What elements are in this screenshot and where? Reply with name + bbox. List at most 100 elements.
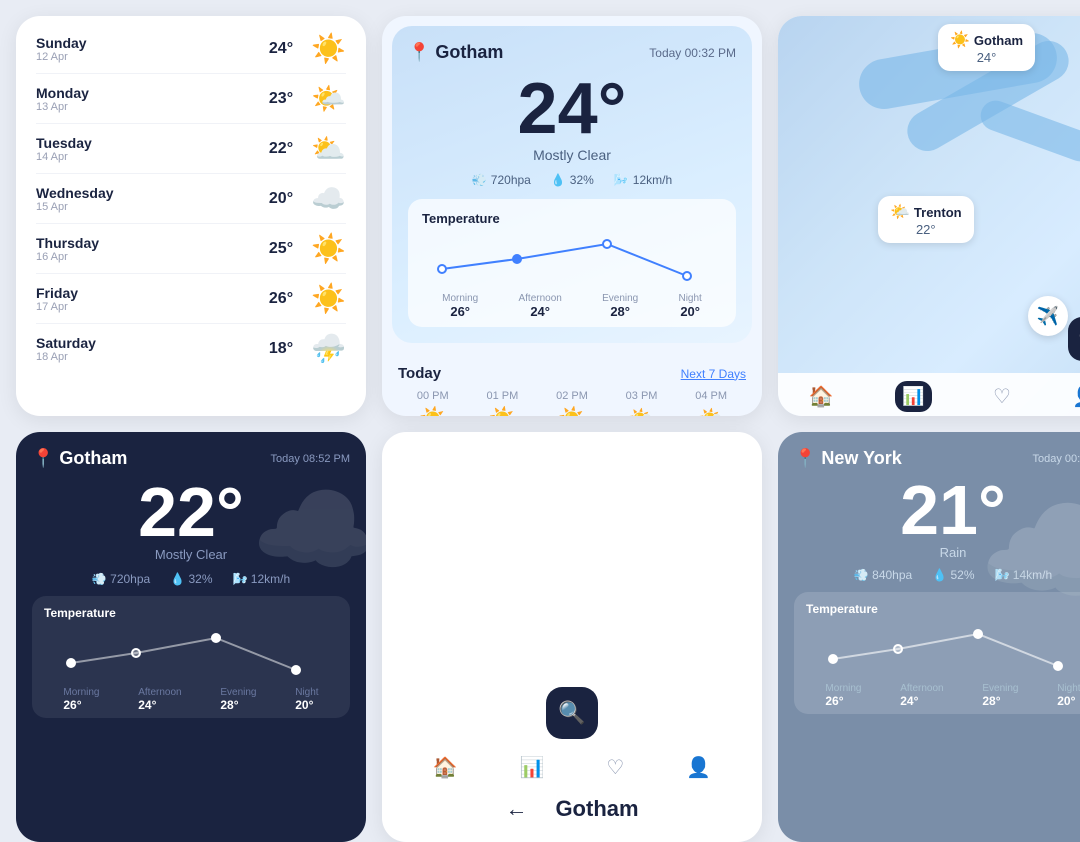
bottom-search-button[interactable]: 🔍 — [546, 687, 598, 739]
dark-humidity: 💧 32% — [170, 572, 212, 586]
gotham-bubble-icon: ☀️ — [950, 30, 970, 50]
today-hour-item: 02 PM ☀️ 27° — [556, 390, 588, 416]
forecast-day-info: Monday 13 Apr — [36, 85, 256, 113]
forecast-day-info: Tuesday 14 Apr — [36, 135, 256, 163]
map-nav-user[interactable]: 👤 — [1072, 384, 1080, 409]
map-gotham-bubble: ☀️ Gotham 24° — [938, 24, 1035, 71]
wind2-icon: 🌬️ — [614, 173, 629, 187]
forecast-row[interactable]: Sunday 12 Apr 24° ☀️ — [36, 24, 346, 74]
main-stats: 💨 720hpa 💧 32% 🌬️ 12km/h — [408, 173, 736, 187]
forecast-row[interactable]: Saturday 18 Apr 18° ⛈️ — [36, 324, 346, 373]
forecast-day-name: Tuesday — [36, 135, 256, 151]
next7days-link[interactable]: Next 7 Days — [681, 367, 746, 381]
forecast-row[interactable]: Monday 13 Apr 23° 🌤️ — [36, 74, 346, 124]
dark-chart-labels: Morning 26° Afternoon 24° Evening 28° Ni… — [44, 687, 338, 712]
forecast-list-card: Sunday 12 Apr 24° ☀️ Monday 13 Apr 23° 🌤… — [16, 16, 366, 416]
forecast-icon: 🌤️ — [306, 82, 346, 115]
humidity-stat: 💧 32% — [551, 173, 594, 187]
hour-time: 00 PM — [417, 390, 449, 402]
dark-weather-card: ☁️ 📍 Gotham Today 08:52 PM 22° Mostly Cl… — [16, 432, 366, 842]
forecast-date: 18 Apr — [36, 351, 256, 363]
forecast-day-info: Thursday 16 Apr — [36, 235, 256, 263]
forecast-date: 17 Apr — [36, 301, 256, 313]
main-chart-box: Temperature Morning 26° Afternoon 24° E — [408, 199, 736, 327]
bottom-nav-chart[interactable]: 📊 — [520, 755, 545, 780]
forecast-date: 14 Apr — [36, 151, 256, 163]
gray-datetime: Today 00:32 PM — [1033, 453, 1080, 465]
map-card: ☀️ Gotham 24° 🌤️ Trenton 22° ✈️ 🔍 🏠 📊 ♡ … — [778, 16, 1080, 416]
forecast-day-info: Friday 17 Apr — [36, 285, 256, 313]
forecast-temp: 26° — [256, 290, 306, 308]
forecast-row[interactable]: Friday 17 Apr 26° ☀️ — [36, 274, 346, 324]
forecast-icon: ☀️ — [306, 32, 346, 65]
hour-time: 04 PM — [695, 390, 727, 402]
bottom-nav-home[interactable]: 🏠 — [433, 755, 458, 780]
dark-chart-svg — [44, 628, 338, 678]
location-icon: ✈️ — [1037, 306, 1059, 327]
map-river-2 — [976, 96, 1080, 165]
map-nav-chart[interactable]: 📊 — [895, 381, 931, 412]
forecast-day-name: Thursday — [36, 235, 256, 251]
forecast-date: 15 Apr — [36, 201, 256, 213]
chart-evening: Evening 28° — [602, 293, 638, 319]
bottom-nav-user[interactable]: 👤 — [686, 755, 711, 780]
map-nav-bar: 🏠 📊 ♡ 👤 — [778, 373, 1080, 416]
gray-pin-icon: 📍 — [794, 448, 816, 469]
forecast-temp: 24° — [256, 40, 306, 58]
hour-time: 02 PM — [556, 390, 588, 402]
main-condition: Mostly Clear — [408, 147, 736, 163]
forecast-day-name: Saturday — [36, 335, 256, 351]
gray-night: Night 20° — [1057, 683, 1080, 708]
today-hour-item: 01 PM ☀️ 26° — [486, 390, 518, 416]
map-nav-home[interactable]: 🏠 — [809, 384, 834, 409]
pin-icon: 📍 — [408, 42, 430, 63]
dark-cloud-decoration: ☁️ — [251, 472, 366, 589]
bottom-nav-bar: 🏠 📊 ♡ 👤 — [382, 755, 762, 780]
gray-afternoon: Afternoon 24° — [900, 683, 943, 708]
forecast-day-info: Sunday 12 Apr — [36, 35, 256, 63]
back-button[interactable]: ← — [505, 796, 527, 822]
forecast-date: 13 Apr — [36, 101, 256, 113]
forecast-temp: 23° — [256, 90, 306, 108]
drop-icon: 💧 — [551, 173, 566, 187]
chart-morning: Morning 26° — [442, 293, 478, 319]
trenton-bubble-icon: 🌤️ — [890, 202, 910, 222]
map-nav-heart[interactable]: ♡ — [993, 384, 1011, 409]
hour-time: 03 PM — [626, 390, 658, 402]
today-section: Today Next 7 Days 00 PM ☀️ 24° 01 PM ☀️ … — [382, 353, 762, 416]
hour-icon: 🌤️ — [628, 406, 655, 416]
hour-icon: 🌤️ — [697, 406, 724, 416]
today-hour-item: 04 PM 🌤️ 24° — [695, 390, 727, 416]
forecast-day-name: Friday — [36, 285, 256, 301]
humidity-value: 32% — [570, 173, 594, 187]
map-search-button[interactable]: 🔍 — [1068, 317, 1080, 361]
hour-icon: ☀️ — [489, 406, 516, 416]
location-button[interactable]: ✈️ — [1028, 296, 1068, 336]
wind-value: 12km/h — [633, 173, 672, 187]
map-trenton-bubble: 🌤️ Trenton 22° — [878, 196, 974, 243]
chart-afternoon: Afternoon 24° — [518, 293, 561, 319]
today-hour-item: 00 PM ☀️ 24° — [417, 390, 449, 416]
forecast-icon: ☀️ — [306, 232, 346, 265]
dark-chart-box: Temperature Morning 26° Afternoon 24° Ev… — [32, 596, 350, 718]
dark-city: 📍 Gotham — [32, 448, 127, 469]
bottom-city-name: Gotham — [555, 796, 638, 822]
dark-chart-title: Temperature — [44, 606, 338, 620]
hour-icon: ☀️ — [419, 406, 446, 416]
bottom-center-card: 🔍 🏠 📊 ♡ 👤 ← Gotham — [382, 432, 762, 842]
forecast-row[interactable]: Thursday 16 Apr 25° ☀️ — [36, 224, 346, 274]
dark-morning: Morning 26° — [63, 687, 99, 712]
forecast-day-name: Sunday — [36, 35, 256, 51]
main-chart-title: Temperature — [422, 211, 722, 226]
main-city: 📍 Gotham — [408, 42, 503, 63]
gray-cloud-decoration: ☁️ — [979, 482, 1080, 622]
today-hour-item: 03 PM 🌤️ 25° — [626, 390, 658, 416]
main-temp: 24° — [408, 73, 736, 145]
bottom-nav-heart[interactable]: ♡ — [606, 755, 624, 780]
forecast-day-info: Wednesday 15 Apr — [36, 185, 256, 213]
forecast-day-name: Monday — [36, 85, 256, 101]
hour-time: 01 PM — [486, 390, 518, 402]
forecast-row[interactable]: Wednesday 15 Apr 20° ☁️ — [36, 174, 346, 224]
forecast-row[interactable]: Tuesday 14 Apr 22° ⛅ — [36, 124, 346, 174]
dark-city-name: Gotham — [59, 448, 127, 469]
